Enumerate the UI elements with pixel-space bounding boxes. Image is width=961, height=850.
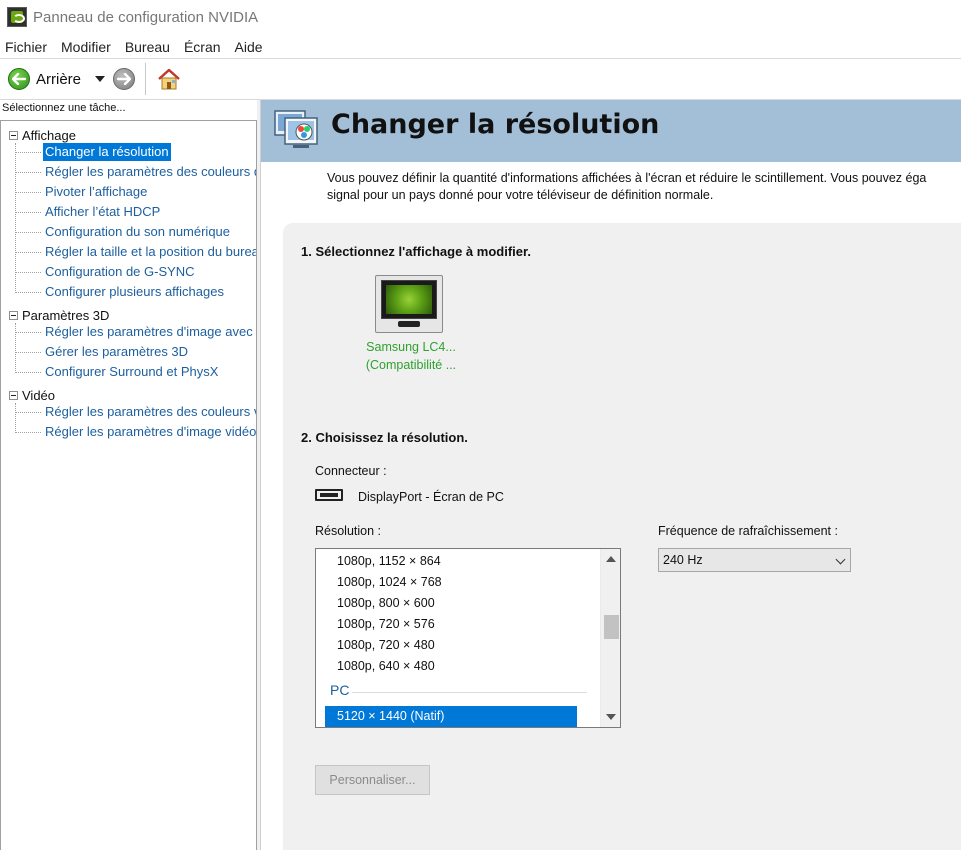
display-settings-icon — [273, 108, 323, 152]
task-tree: Affichage Changer la résolution Régler l… — [0, 120, 257, 850]
connector-label: Connecteur : — [315, 464, 387, 478]
list-item-selected[interactable]: 5120 × 1440 (Natif) — [325, 706, 577, 727]
display-compat: (Compatibilité ... — [365, 358, 457, 372]
scroll-up-icon[interactable] — [606, 556, 616, 562]
tree-branch — [15, 292, 41, 293]
collapse-icon[interactable] — [9, 311, 18, 320]
task-surround-physx[interactable]: Configurer Surround et PhysX — [43, 363, 220, 381]
tree-branch — [15, 352, 41, 353]
task-taille-position-bureau[interactable]: Régler la taille et la position du burea — [43, 243, 256, 261]
chevron-down-icon — [835, 554, 846, 565]
window-title: Panneau de configuration NVIDIA — [33, 8, 259, 26]
tree-group-label: Vidéo — [22, 388, 56, 403]
refresh-rate-label: Fréquence de rafraîchissement : — [658, 524, 838, 538]
tree-connector — [15, 323, 16, 373]
menu-fichier[interactable]: Fichier — [0, 39, 53, 55]
resolution-list[interactable]: 1080p, 1152 × 864 1080p, 1024 × 768 1080… — [315, 548, 621, 728]
toolbar-separator — [145, 63, 147, 95]
tree-branch — [15, 272, 41, 273]
nvidia-display-icon — [381, 280, 437, 319]
main-content: Changer la résolution Vous pouvez défini… — [260, 100, 961, 850]
customize-button[interactable]: Personnaliser... — [315, 765, 430, 795]
tree-branch — [15, 412, 41, 413]
section-choose-resolution-title: 2. Choisissez la résolution. — [301, 430, 468, 445]
list-item[interactable]: 1080p, 720 × 576 — [337, 614, 435, 635]
connector-value: DisplayPort - Écran de PC — [358, 490, 504, 504]
scroll-down-icon[interactable] — [606, 714, 616, 720]
refresh-rate-value: 240 Hz — [663, 553, 703, 567]
task-regler-couleurs[interactable]: Régler les paramètres des couleurs d — [43, 163, 256, 181]
page-header: Changer la résolution — [261, 100, 961, 162]
task-pane-label: Sélectionnez une tâche... — [2, 102, 126, 114]
description-line: Vous pouvez définir la quantité d'inform… — [327, 171, 927, 185]
refresh-rate-select[interactable]: 240 Hz — [658, 548, 851, 572]
tree-group-parametres-3d[interactable]: Paramètres 3D — [9, 308, 109, 323]
tree-branch — [15, 152, 41, 153]
home-icon[interactable] — [156, 66, 182, 92]
tree-group-video[interactable]: Vidéo — [9, 388, 55, 403]
resolution-label: Résolution : — [315, 524, 382, 538]
tree-branch — [15, 372, 41, 373]
tree-branch — [15, 332, 41, 333]
history-dropdown-icon[interactable] — [95, 76, 106, 82]
list-item[interactable]: 1080p, 800 × 600 — [337, 593, 435, 614]
description-line: signal pour un pays donné pour votre tél… — [327, 188, 714, 202]
tree-connector — [15, 403, 16, 433]
tree-branch — [15, 252, 41, 253]
tree-group-label: Affichage — [22, 128, 76, 143]
menu-aide[interactable]: Aide — [230, 39, 269, 55]
tree-connector — [15, 143, 16, 293]
settings-panel: 1. Sélectionnez l'affichage à modifier. … — [283, 223, 961, 850]
back-label: Arrière — [36, 70, 82, 88]
menu-ecran[interactable]: Écran — [179, 39, 227, 55]
display-thumbnail[interactable] — [375, 275, 443, 333]
task-parametres-image[interactable]: Régler les paramètres d'image avec .. — [43, 323, 256, 341]
list-group-divider — [352, 692, 587, 693]
menu-modifier[interactable]: Modifier — [56, 39, 117, 55]
tree-branch — [15, 172, 41, 173]
tree-branch — [15, 192, 41, 193]
display-name: Samsung LC4... — [366, 340, 456, 354]
back-button[interactable]: Arrière — [8, 68, 81, 90]
tree-group-label: Paramètres 3D — [22, 308, 110, 323]
task-gerer-3d[interactable]: Gérer les paramètres 3D — [43, 343, 190, 361]
list-group-pc: PC — [330, 682, 350, 698]
tree-branch — [15, 212, 41, 213]
list-item[interactable]: 1080p, 1024 × 768 — [337, 572, 442, 593]
scroll-thumb[interactable] — [604, 615, 619, 639]
list-item[interactable]: 1080p, 720 × 480 — [337, 635, 435, 656]
collapse-icon[interactable] — [9, 391, 18, 400]
task-gsync[interactable]: Configuration de G-SYNC — [43, 263, 197, 281]
display-label[interactable]: Samsung LC4... (Compatibilité ... — [351, 338, 471, 374]
section-select-display-title: 1. Sélectionnez l'affichage à modifier. — [301, 244, 531, 259]
monitor-stand — [398, 321, 420, 327]
task-image-video[interactable]: Régler les paramètres d'image vidéo — [43, 423, 256, 441]
forward-arrow-icon — [117, 73, 132, 85]
menu-bar: Fichier Modifier Bureau Écran Aide — [0, 36, 272, 58]
title-bar: Panneau de configuration NVIDIA — [0, 0, 961, 34]
collapse-icon[interactable] — [9, 131, 18, 140]
menu-bureau[interactable]: Bureau — [120, 39, 176, 55]
toolbar: Arrière — [0, 58, 961, 100]
task-etat-hdcp[interactable]: Afficher l’état HDCP — [43, 203, 162, 221]
list-item[interactable]: 1080p, 1152 × 864 — [337, 551, 441, 572]
page-description: Vous pouvez définir la quantité d'inform… — [327, 170, 961, 204]
back-arrow-icon — [8, 68, 30, 90]
task-changer-resolution[interactable]: Changer la résolution — [43, 143, 171, 161]
task-plusieurs-affichages[interactable]: Configurer plusieurs affichages — [43, 283, 226, 301]
task-couleurs-video[interactable]: Régler les paramètres des couleurs v — [43, 403, 256, 421]
nvidia-app-icon — [7, 7, 27, 27]
tree-branch — [15, 432, 41, 433]
task-pivoter-affichage[interactable]: Pivoter l’affichage — [43, 183, 149, 201]
resolution-list-scrollbar[interactable] — [600, 549, 620, 727]
tree-group-affichage[interactable]: Affichage — [9, 128, 76, 143]
displayport-icon — [315, 489, 343, 501]
list-item[interactable]: 1080p, 640 × 480 — [337, 656, 435, 677]
tree-branch — [15, 232, 41, 233]
page-title: Changer la résolution — [331, 109, 660, 140]
task-son-numerique[interactable]: Configuration du son numérique — [43, 223, 232, 241]
forward-button[interactable] — [113, 68, 136, 90]
